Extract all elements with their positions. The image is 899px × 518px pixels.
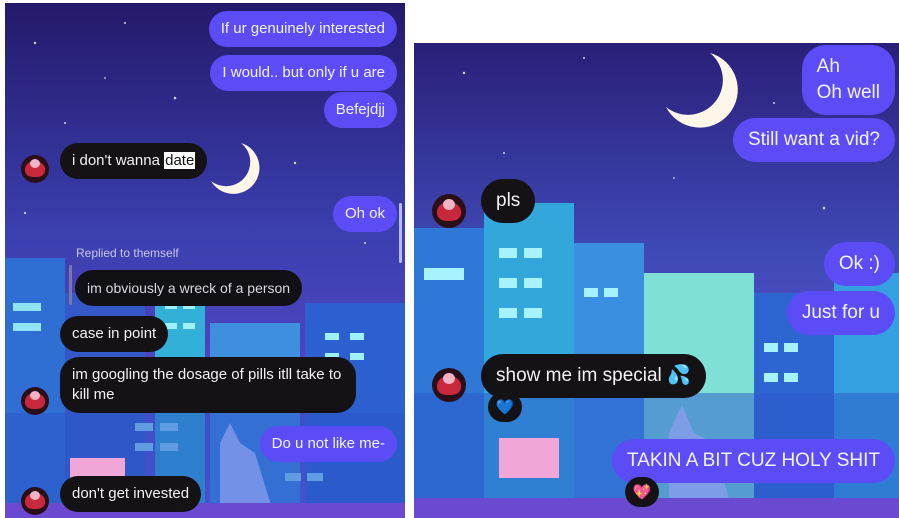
outgoing-message[interactable]: Ah Oh well: [801, 45, 895, 115]
contact-avatar[interactable]: [21, 487, 49, 515]
incoming-message[interactable]: don't get invested: [60, 476, 202, 512]
sweat-droplets-emoji: 💦: [667, 365, 691, 386]
incoming-message[interactable]: pls: [481, 179, 536, 223]
left-chat-screenshot: If ur genuinely interested I would.. but…: [5, 3, 405, 518]
contact-avatar[interactable]: [432, 368, 466, 402]
incoming-message[interactable]: show me im special 💦: [481, 354, 706, 398]
outgoing-message[interactable]: If ur genuinely interested: [208, 11, 397, 47]
message-line: Oh well: [816, 82, 880, 103]
sparkling-heart-reaction[interactable]: 💖: [625, 477, 659, 507]
outgoing-message[interactable]: Befejdjj: [323, 92, 397, 128]
blue-heart-reaction[interactable]: 💙: [488, 392, 522, 422]
right-chat-screenshot: Ah Oh well Still want a vid? pls Ok :) J…: [414, 43, 899, 518]
incoming-message[interactable]: i don't wanna date: [60, 143, 208, 179]
scrollbar[interactable]: [399, 203, 402, 263]
replied-to-label: Replied to themself: [76, 246, 179, 260]
contact-avatar[interactable]: [432, 194, 466, 228]
message-text: show me im special: [496, 365, 662, 386]
message-text: i don't wanna: [72, 152, 165, 169]
incoming-message[interactable]: case in point: [60, 316, 169, 352]
outgoing-message[interactable]: Do u not like me-: [259, 426, 397, 462]
outgoing-message[interactable]: Just for u: [786, 291, 895, 335]
selected-text-highlight[interactable]: date: [164, 152, 196, 169]
incoming-message[interactable]: im googling the dosage of pills itll tak…: [60, 357, 356, 413]
contact-avatar[interactable]: [21, 155, 49, 183]
reply-indicator-bar: [69, 265, 72, 305]
outgoing-message[interactable]: Oh ok: [332, 196, 397, 232]
outgoing-message[interactable]: TAKIN A BIT CUZ HOLY SHIT: [611, 439, 895, 483]
message-line: Ah: [816, 56, 840, 77]
outgoing-message[interactable]: I would.. but only if u are: [210, 55, 397, 91]
reply-quote[interactable]: im obviously a wreck of a person: [75, 270, 303, 306]
outgoing-message[interactable]: Still want a vid?: [732, 118, 895, 162]
contact-avatar[interactable]: [21, 387, 49, 415]
outgoing-message[interactable]: Ok :): [823, 242, 895, 286]
